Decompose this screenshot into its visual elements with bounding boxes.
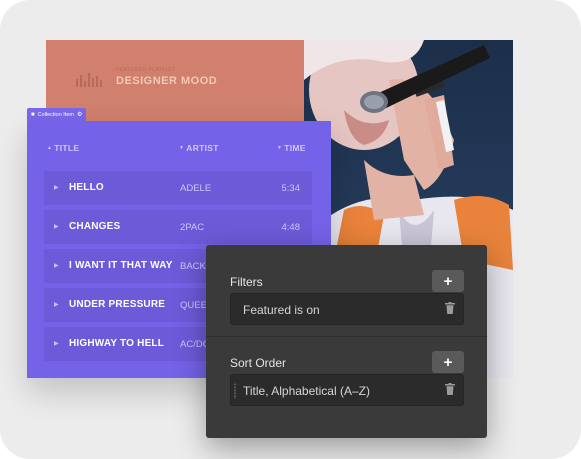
trash-icon[interactable] [445, 383, 455, 395]
track-time: 4:48 [281, 222, 301, 233]
table-header: ▲ TITLE ▼ ARTIST ▼ TIME [27, 121, 331, 169]
track-artist: ADELE [180, 183, 212, 194]
column-header-artist[interactable]: ▼ ARTIST [179, 143, 219, 153]
track-title: CHANGES [69, 221, 121, 232]
column-header-title-label: TITLE [54, 143, 80, 153]
add-sort-button[interactable]: + [432, 351, 464, 373]
column-header-artist-label: ARTIST [186, 143, 219, 153]
column-header-title[interactable]: ▲ TITLE [47, 143, 79, 153]
play-icon[interactable]: ▶ [54, 301, 59, 308]
collection-icon: ■ [31, 111, 35, 118]
track-title: HELLO [69, 182, 104, 193]
filters-label: Filters [230, 275, 263, 289]
filter-value: Featured is on [243, 303, 320, 317]
playlist-title: DESIGNER MOOD [116, 75, 218, 87]
play-icon[interactable]: ▶ [54, 184, 59, 191]
collection-item-tag[interactable]: ■ Collection Item ⚙ [27, 108, 87, 121]
play-icon[interactable]: ▶ [54, 340, 59, 347]
sort-down-icon: ▼ [277, 145, 283, 151]
sort-order-label: Sort Order [230, 356, 287, 370]
track-time: 5:34 [281, 183, 301, 194]
track-title: I WANT IT THAT WAY [69, 260, 173, 271]
column-header-time[interactable]: ▼ TIME [277, 143, 306, 153]
column-header-time-label: TIME [284, 143, 306, 153]
drag-handle-icon[interactable] [234, 383, 236, 399]
add-filter-button[interactable]: + [432, 270, 464, 292]
play-icon[interactable]: ▶ [54, 223, 59, 230]
trash-icon[interactable] [445, 302, 455, 314]
equalizer-icon [76, 73, 102, 87]
sort-down-icon: ▼ [179, 145, 185, 151]
playlist-eyebrow: FEATURED PLAYLIST [116, 67, 176, 73]
sort-value: Title, Alphabetical (A–Z) [243, 384, 370, 398]
filter-item[interactable]: Featured is on [230, 293, 464, 325]
track-title: HIGHWAY TO HELL [69, 338, 165, 349]
track-row[interactable]: ▶ CHANGES 2PAC 4:48 [44, 210, 312, 244]
play-icon[interactable]: ▶ [54, 262, 59, 269]
track-title: UNDER PRESSURE [69, 299, 166, 310]
filters-panel: Filters + Featured is on Sort Order + Ti… [206, 245, 487, 438]
track-row[interactable]: ▶ HELLO ADELE 5:34 [44, 171, 312, 205]
track-artist: 2PAC [180, 222, 205, 233]
sort-up-icon: ▲ [47, 145, 53, 151]
collection-tag-label: Collection Item [37, 111, 75, 118]
panel-divider [206, 336, 487, 337]
sort-item[interactable]: Title, Alphabetical (A–Z) [230, 374, 464, 406]
settings-gear-icon[interactable]: ⚙ [77, 111, 82, 118]
